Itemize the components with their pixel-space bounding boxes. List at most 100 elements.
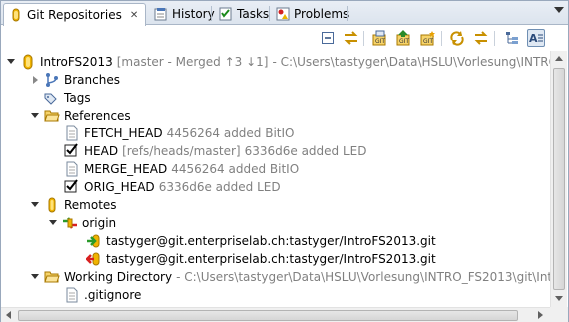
ref-target: [refs/heads/master]	[122, 144, 241, 158]
ref-commit: 6336d6e added LED	[244, 144, 367, 158]
add-repository-icon: GIT	[372, 30, 386, 46]
create-repository-icon: GIT	[420, 31, 435, 46]
tab-label: History	[172, 7, 215, 21]
tab-label: Git Repositories	[27, 8, 122, 22]
references-label: References	[64, 109, 131, 123]
folder-open-icon	[44, 269, 60, 285]
git-repositories-view: Git Repositories ✕ History Tasks Problem…	[0, 0, 569, 322]
view-menu-chevron-down-icon[interactable]	[554, 7, 564, 13]
fetch-icon	[86, 233, 102, 249]
tree-item-ref[interactable]: MERGE_HEAD 4456264 added BitIO	[64, 160, 299, 178]
toolbar-separator	[363, 31, 364, 46]
svg-text:A: A	[529, 32, 538, 45]
tree-item-ref[interactable]: ORIG_HEAD 6336d6e added LED	[64, 178, 281, 196]
tree-item-ref[interactable]: HEAD [refs/heads/master] 6336d6e added L…	[64, 142, 366, 160]
collapse-all-button[interactable]	[319, 29, 337, 47]
add-repository-button[interactable]: GIT	[371, 29, 389, 47]
svg-text:GIT: GIT	[399, 38, 409, 45]
tab-label: Problems	[294, 7, 350, 21]
expand-chevron-icon[interactable]	[30, 272, 40, 282]
svg-text:GIT: GIT	[375, 38, 385, 45]
expand-chevron-icon[interactable]	[30, 200, 40, 210]
ref-commit: 4456264 added BitIO	[166, 126, 295, 140]
file-name: .gitignore	[84, 288, 142, 302]
tree-item-remote-origin[interactable]: origin	[48, 214, 116, 232]
tree-item-references[interactable]: References	[30, 107, 131, 125]
tab-history[interactable]: History	[149, 3, 220, 25]
origin-label: origin	[82, 216, 117, 230]
remotes-icon	[44, 197, 60, 213]
scroll-left-arrow-icon[interactable]	[6, 311, 11, 319]
repository-tree: IntroFS2013 [master - Merged ↑3 ↓1] - C:…	[2, 51, 550, 307]
view-toolbar: GIT GIT GIT A	[1, 26, 568, 52]
scrollbar-corner	[550, 307, 568, 322]
horizontal-scrollbar[interactable]	[1, 307, 550, 322]
create-repository-button[interactable]: GIT	[419, 29, 437, 47]
scroll-up-arrow-icon[interactable]	[555, 56, 563, 61]
tree-item-tags[interactable]: Tags	[44, 89, 91, 107]
tab-label: Tasks	[237, 7, 270, 21]
ref-name: MERGE_HEAD	[84, 162, 168, 176]
vertical-scrollbar[interactable]	[550, 51, 567, 307]
tree-item-ref[interactable]: FETCH_HEAD 4456264 added BitIO	[64, 124, 295, 142]
clone-repository-button[interactable]: GIT	[395, 29, 413, 47]
close-icon[interactable]: ✕	[130, 10, 138, 21]
refresh-button[interactable]	[448, 29, 466, 47]
git-repositories-icon	[9, 8, 23, 22]
svg-text:GIT: GIT	[423, 38, 433, 45]
tree-item-branches[interactable]: Branches	[30, 71, 120, 89]
ref-name: HEAD	[84, 144, 119, 158]
remote-icon	[62, 215, 78, 231]
hierarchical-layout-button[interactable]	[503, 29, 521, 47]
tree-item-remotes[interactable]: Remotes	[30, 196, 117, 214]
view-tab-bar: Git Repositories ✕ History Tasks Problem…	[1, 1, 568, 26]
vertical-scroll-thumb[interactable]	[553, 68, 565, 290]
expand-chevron-icon[interactable]	[6, 57, 16, 67]
ref-name: FETCH_HEAD	[84, 126, 163, 140]
push-icon	[85, 251, 102, 267]
labels-icon: A	[529, 32, 543, 45]
toolbar-separator	[441, 31, 442, 46]
file-icon	[64, 161, 80, 177]
tab-git-repositories[interactable]: Git Repositories ✕	[3, 3, 146, 26]
expand-chevron-icon[interactable]	[48, 218, 58, 228]
repository-icon	[20, 54, 36, 70]
scroll-right-arrow-icon[interactable]	[538, 311, 543, 319]
refresh-icon	[450, 31, 464, 46]
hierarchy-icon	[506, 32, 518, 44]
link-toggle-button[interactable]	[472, 29, 490, 47]
collapse-all-icon	[322, 32, 334, 44]
tree-item-file[interactable]: .gitignore	[64, 286, 141, 304]
tree-item-push-url[interactable]: tastyger@git.enterpriselab.ch:tastyger/I…	[85, 250, 436, 268]
toolbar-separator	[494, 31, 495, 46]
tree-item-fetch-url[interactable]: tastyger@git.enterpriselab.ch:tastyger/I…	[86, 232, 436, 250]
remotes-label: Remotes	[64, 198, 117, 212]
expand-chevron-icon[interactable]	[30, 111, 40, 121]
scroll-down-arrow-icon[interactable]	[555, 296, 563, 301]
problems-icon	[276, 7, 290, 21]
folder-open-icon	[44, 108, 60, 124]
ref-name: ORIG_HEAD	[84, 180, 155, 194]
expand-chevron-icon[interactable]	[30, 75, 40, 85]
branches-label: Branches	[64, 73, 120, 87]
ref-commit: 4456264 added BitIO	[171, 162, 300, 176]
checked-out-ref-icon	[64, 143, 80, 159]
working-directory-label: Working Directory	[64, 270, 173, 284]
tab-tasks[interactable]: Tasks	[214, 3, 274, 25]
link-arrows-icon	[344, 31, 358, 45]
tab-separator	[347, 6, 348, 21]
tags-icon	[44, 90, 60, 106]
show-labels-button[interactable]: A	[527, 29, 545, 47]
tree-item-repository[interactable]: IntroFS2013 [master - Merged ↑3 ↓1] - C:…	[6, 53, 550, 71]
repository-name: IntroFS2013	[40, 55, 113, 69]
tab-problems[interactable]: Problems	[271, 3, 354, 25]
checked-out-ref-icon	[64, 179, 80, 195]
clone-repository-icon: GIT	[396, 30, 410, 46]
horizontal-scroll-thumb[interactable]	[18, 310, 518, 321]
file-icon	[64, 125, 80, 141]
tab-separator	[269, 6, 270, 21]
link-with-selection-button[interactable]	[342, 29, 360, 47]
repository-branch-status: [master - Merged ↑3 ↓1]	[116, 55, 269, 69]
tree-item-working-directory[interactable]: Working Directory - C:\Users\tastyger\Da…	[30, 268, 550, 286]
tasks-icon	[219, 7, 233, 21]
